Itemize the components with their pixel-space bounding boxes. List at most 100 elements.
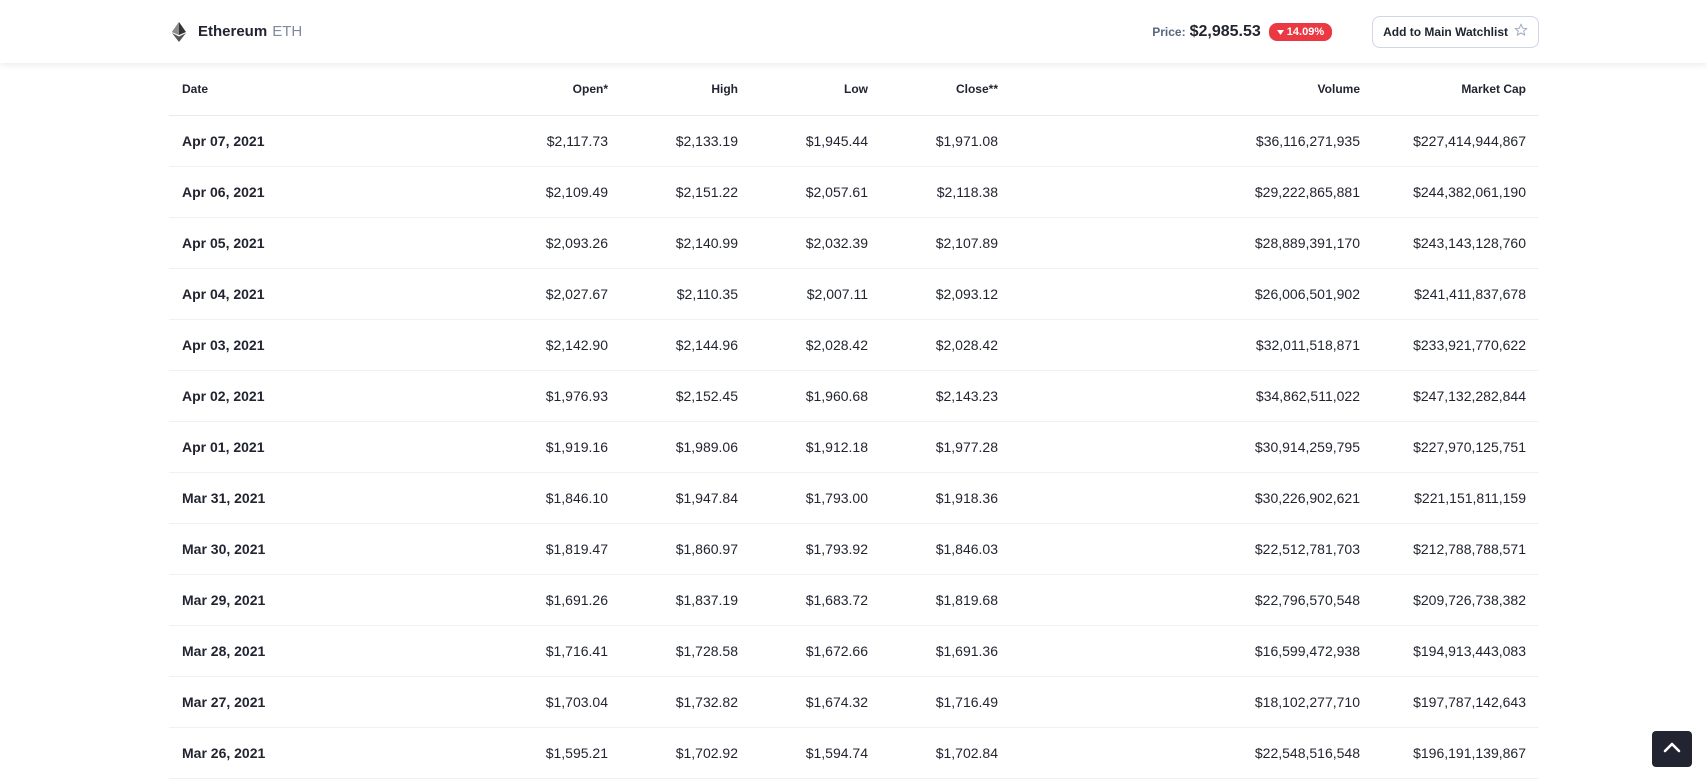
coin-identity[interactable]: Ethereum ETH	[169, 21, 303, 42]
cell-volume: $18,102,277,710	[1011, 676, 1373, 728]
cell-high: $1,702.92	[621, 727, 751, 779]
cell-market-cap: $227,970,125,751	[1373, 421, 1539, 473]
cell-volume: $22,548,516,548	[1011, 727, 1373, 779]
price-label: Price:	[1152, 24, 1186, 39]
cell-high: $2,144.96	[621, 319, 751, 371]
table-row: Mar 30, 2021 $1,819.47 $1,860.97 $1,793.92 $…	[169, 523, 1539, 575]
cell-date: Mar 31, 2021	[169, 472, 395, 524]
scroll-to-top-button[interactable]	[1652, 731, 1692, 767]
cell-volume: $26,006,501,902	[1011, 268, 1373, 320]
cell-market-cap: $241,411,837,678	[1373, 268, 1539, 320]
cell-close: $1,691.36	[881, 625, 1011, 677]
cell-open: $1,703.04	[395, 676, 621, 728]
cell-volume: $29,222,865,881	[1011, 166, 1373, 218]
cell-market-cap: $243,143,128,760	[1373, 217, 1539, 269]
cell-close: $1,819.68	[881, 574, 1011, 626]
column-header-market-cap[interactable]: Market Cap	[1373, 63, 1539, 116]
cell-high: $1,989.06	[621, 421, 751, 473]
cell-date: Apr 03, 2021	[169, 319, 395, 371]
table-row: Mar 26, 2021 $1,595.21 $1,702.92 $1,594.74 $…	[169, 727, 1539, 779]
historical-data-table: Date Open* High Low Close** Volume Marke…	[169, 63, 1539, 779]
cell-volume: $16,599,472,938	[1011, 625, 1373, 677]
cell-low: $1,960.68	[751, 370, 881, 422]
coin-header-inner: Ethereum ETH Price: $2,985.53 14.09% Add…	[169, 0, 1539, 63]
price-change-badge: 14.09%	[1268, 22, 1333, 41]
column-header-volume[interactable]: Volume	[1011, 63, 1373, 116]
price-value: $2,985.53	[1189, 22, 1261, 40]
cell-high: $1,732.82	[621, 676, 751, 728]
cell-high: $1,728.58	[621, 625, 751, 677]
cell-volume: $30,914,259,795	[1011, 421, 1373, 473]
column-header-date[interactable]: Date	[169, 63, 395, 116]
cell-close: $1,971.08	[881, 115, 1011, 167]
cell-high: $2,133.19	[621, 115, 751, 167]
cell-high: $2,140.99	[621, 217, 751, 269]
cell-close: $1,918.36	[881, 472, 1011, 524]
cell-volume: $28,889,391,170	[1011, 217, 1373, 269]
table-row: Mar 27, 2021 $1,703.04 $1,732.82 $1,674.32 $…	[169, 676, 1539, 728]
cell-close: $2,107.89	[881, 217, 1011, 269]
cell-volume: $32,011,518,871	[1011, 319, 1373, 371]
table-row: Apr 02, 2021 $1,976.93 $2,152.45 $1,960.68 $…	[169, 370, 1539, 422]
cell-open: $1,919.16	[395, 421, 621, 473]
cell-open: $1,716.41	[395, 625, 621, 677]
cell-date: Apr 01, 2021	[169, 421, 395, 473]
column-header-high[interactable]: High	[621, 63, 751, 116]
cell-low: $2,057.61	[751, 166, 881, 218]
add-to-watchlist-button[interactable]: Add to Main Watchlist	[1372, 15, 1539, 48]
coin-name: Ethereum	[198, 23, 268, 40]
caret-down-icon	[1276, 26, 1284, 38]
table-row: Apr 01, 2021 $1,919.16 $1,989.06 $1,912.18 $…	[169, 421, 1539, 473]
cell-market-cap: $209,726,738,382	[1373, 574, 1539, 626]
cell-low: $1,594.74	[751, 727, 881, 779]
cell-close: $2,028.42	[881, 319, 1011, 371]
cell-date: Apr 07, 2021	[169, 115, 395, 167]
cell-high: $2,152.45	[621, 370, 751, 422]
cell-high: $2,110.35	[621, 268, 751, 320]
cell-low: $1,672.66	[751, 625, 881, 677]
cell-open: $2,117.73	[395, 115, 621, 167]
table-row: Mar 28, 2021 $1,716.41 $1,728.58 $1,672.66 $…	[169, 625, 1539, 677]
cell-close: $2,118.38	[881, 166, 1011, 218]
column-header-close[interactable]: Close**	[881, 63, 1011, 116]
cell-low: $1,683.72	[751, 574, 881, 626]
cell-close: $2,093.12	[881, 268, 1011, 320]
cell-close: $1,846.03	[881, 523, 1011, 575]
cell-close: $2,143.23	[881, 370, 1011, 422]
cell-date: Apr 06, 2021	[169, 166, 395, 218]
cell-market-cap: $247,132,282,844	[1373, 370, 1539, 422]
coin-symbol: ETH	[272, 23, 303, 40]
cell-open: $1,819.47	[395, 523, 621, 575]
table-row: Apr 04, 2021 $2,027.67 $2,110.35 $2,007.11 $…	[169, 268, 1539, 320]
table-row: Apr 03, 2021 $2,142.90 $2,144.96 $2,028.42 $…	[169, 319, 1539, 371]
cell-high: $1,837.19	[621, 574, 751, 626]
cell-low: $2,032.39	[751, 217, 881, 269]
column-header-open[interactable]: Open*	[395, 63, 621, 116]
cell-market-cap: $221,151,811,159	[1373, 472, 1539, 524]
cell-volume: $30,226,902,621	[1011, 472, 1373, 524]
price-change-value: 14.09%	[1286, 25, 1325, 38]
cell-market-cap: $212,788,788,571	[1373, 523, 1539, 575]
table-row: Mar 31, 2021 $1,846.10 $1,947.84 $1,793.00 $…	[169, 472, 1539, 524]
cell-close: $1,702.84	[881, 727, 1011, 779]
cell-low: $1,674.32	[751, 676, 881, 728]
coin-header-bar: Ethereum ETH Price: $2,985.53 14.09% Add…	[0, 0, 1707, 63]
cell-high: $2,151.22	[621, 166, 751, 218]
cell-date: Mar 30, 2021	[169, 523, 395, 575]
cell-open: $2,027.67	[395, 268, 621, 320]
cell-low: $1,793.00	[751, 472, 881, 524]
column-header-low[interactable]: Low	[751, 63, 881, 116]
price-summary: Price: $2,985.53 14.09%	[1152, 22, 1333, 41]
cell-open: $1,846.10	[395, 472, 621, 524]
cell-market-cap: $233,921,770,622	[1373, 319, 1539, 371]
cell-open: $2,093.26	[395, 217, 621, 269]
cell-market-cap: $194,913,443,083	[1373, 625, 1539, 677]
cell-date: Mar 28, 2021	[169, 625, 395, 677]
cell-date: Apr 05, 2021	[169, 217, 395, 269]
table-header-row: Date Open* High Low Close** Volume Marke…	[169, 63, 1539, 116]
chevron-up-icon	[1663, 740, 1681, 758]
cell-open: $2,142.90	[395, 319, 621, 371]
cell-close: $1,716.49	[881, 676, 1011, 728]
star-icon	[1514, 23, 1528, 40]
cell-date: Mar 27, 2021	[169, 676, 395, 728]
